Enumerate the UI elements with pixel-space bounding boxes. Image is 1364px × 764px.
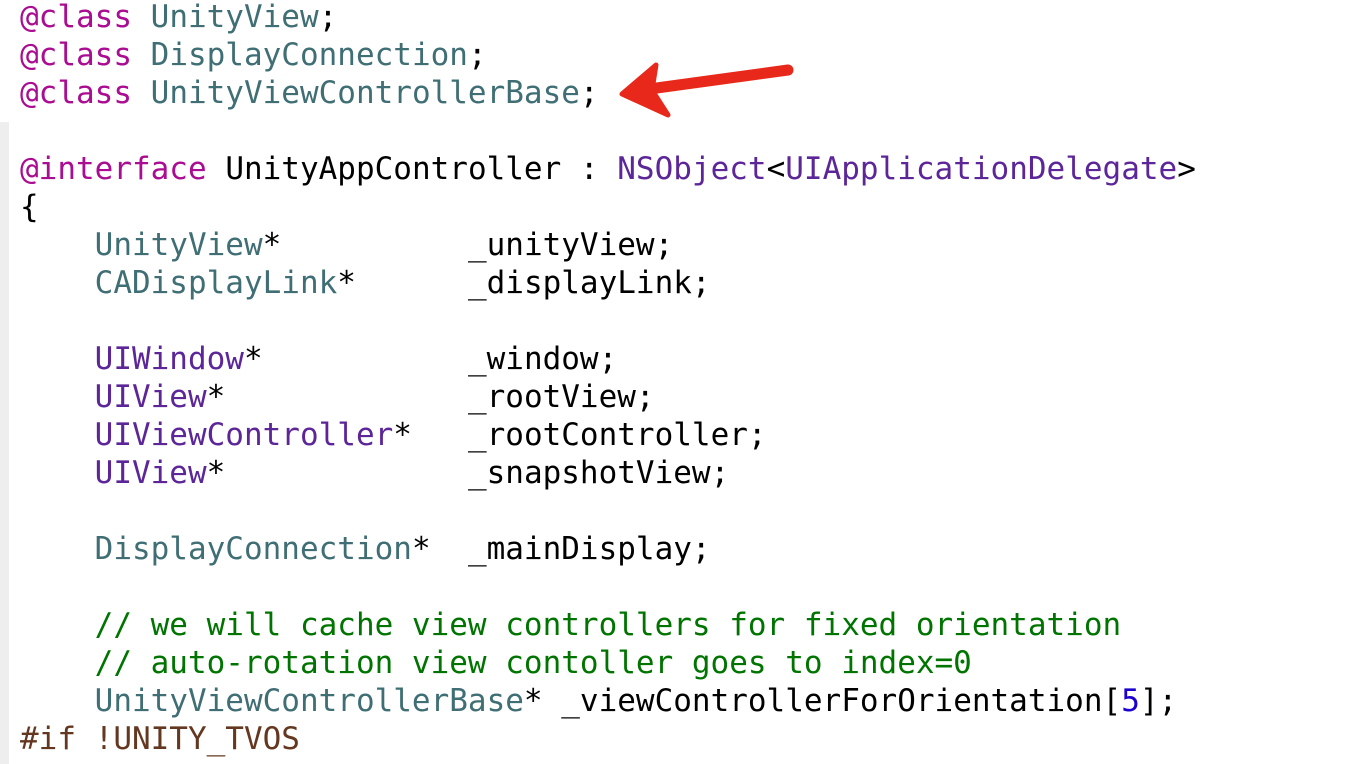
class-name: UnityViewControllerBase <box>150 75 580 111</box>
pointer-star: * <box>393 417 412 453</box>
array-size: 5 <box>1121 683 1140 719</box>
comment-text: // auto-rotation view contoller goes to … <box>94 645 972 681</box>
ivar-name: _viewControllerForOrientation <box>542 683 1103 719</box>
ivar-line: UIWindow* _window; <box>20 340 618 378</box>
ivar-line: UIViewController* _rootController; <box>20 416 767 454</box>
bracket-close: ]; <box>1139 683 1178 719</box>
pointer-star: * <box>411 531 431 567</box>
pointer-star: * <box>243 341 263 377</box>
ivar-type: UIWindow <box>94 341 244 377</box>
comment-line: // auto-rotation view contoller goes to … <box>20 644 972 682</box>
ivar-name: _window; <box>467 341 618 377</box>
ivar-name: _unityView; <box>467 227 674 263</box>
angle-open: < <box>766 151 786 187</box>
ivar-type: DisplayConnection <box>94 531 412 567</box>
open-brace-line: { <box>20 188 39 226</box>
code-line-2: @class DisplayConnection; <box>20 36 487 74</box>
class-name: UnityView <box>150 0 319 35</box>
semicolon: ; <box>579 75 599 111</box>
interface-declaration: @interface UnityAppController : NSObject… <box>20 150 1196 188</box>
colon: : <box>561 151 618 187</box>
comment-text: // we will cache view controllers for fi… <box>94 607 1122 643</box>
ivar-type: CADisplayLink <box>94 265 338 301</box>
class-keyword: @class <box>20 37 132 73</box>
red-arrow-icon <box>619 62 794 118</box>
pointer-star: * <box>206 455 226 491</box>
angle-close: > <box>1177 151 1196 187</box>
ivar-line: DisplayConnection* _mainDisplay; <box>20 530 711 568</box>
array-ivar-line: UnityViewControllerBase* _viewController… <box>20 682 1178 720</box>
pointer-star: * <box>523 683 543 719</box>
comment-line: // we will cache view controllers for fi… <box>20 606 1122 644</box>
code-line-3: @class UnityViewControllerBase; <box>20 74 599 112</box>
preprocessor-line: #if !UNITY_TVOS <box>20 720 300 758</box>
ivar-name: _displayLink; <box>467 265 711 301</box>
ivar-name: _rootView; <box>467 379 655 415</box>
code-editor[interactable]: @class UnityView; @class DisplayConnecti… <box>0 0 1364 764</box>
ivar-type: UIViewController <box>94 417 394 453</box>
ivar-line: UIView* _rootView; <box>20 378 655 416</box>
ivar-type: UnityView <box>94 227 263 263</box>
bracket-open: [ <box>1102 683 1122 719</box>
ivar-type: UIView <box>94 379 207 415</box>
ivar-name: _rootController; <box>467 417 767 453</box>
interface-name: UnityAppController <box>225 151 562 187</box>
superclass-name: NSObject <box>617 151 767 187</box>
class-name: DisplayConnection <box>150 37 468 73</box>
pointer-star: * <box>337 265 356 301</box>
ivar-line: UIView* _snapshotView; <box>20 454 730 492</box>
pointer-star: * <box>206 379 226 415</box>
semicolon: ; <box>467 37 487 73</box>
class-keyword: @class <box>20 0 132 35</box>
class-keyword: @class <box>20 75 132 111</box>
semicolon: ; <box>318 0 338 35</box>
ivar-line: CADisplayLink* _displayLink; <box>20 264 711 302</box>
ivar-name: _mainDisplay; <box>467 531 711 567</box>
pointer-star: * <box>262 227 282 263</box>
ivar-type: UnityViewControllerBase <box>94 683 524 719</box>
editor-gutter <box>0 122 9 764</box>
ivar-type: UIView <box>94 455 207 491</box>
interface-keyword: @interface <box>20 151 207 187</box>
protocol-name: UIApplicationDelegate <box>785 151 1178 187</box>
ivar-line: UnityView* _unityView; <box>20 226 674 264</box>
code-line-1: @class UnityView; <box>20 0 337 36</box>
preprocessor-directive: #if !UNITY_TVOS <box>20 721 300 757</box>
open-brace: { <box>20 189 39 225</box>
ivar-name: _snapshotView; <box>467 455 730 491</box>
